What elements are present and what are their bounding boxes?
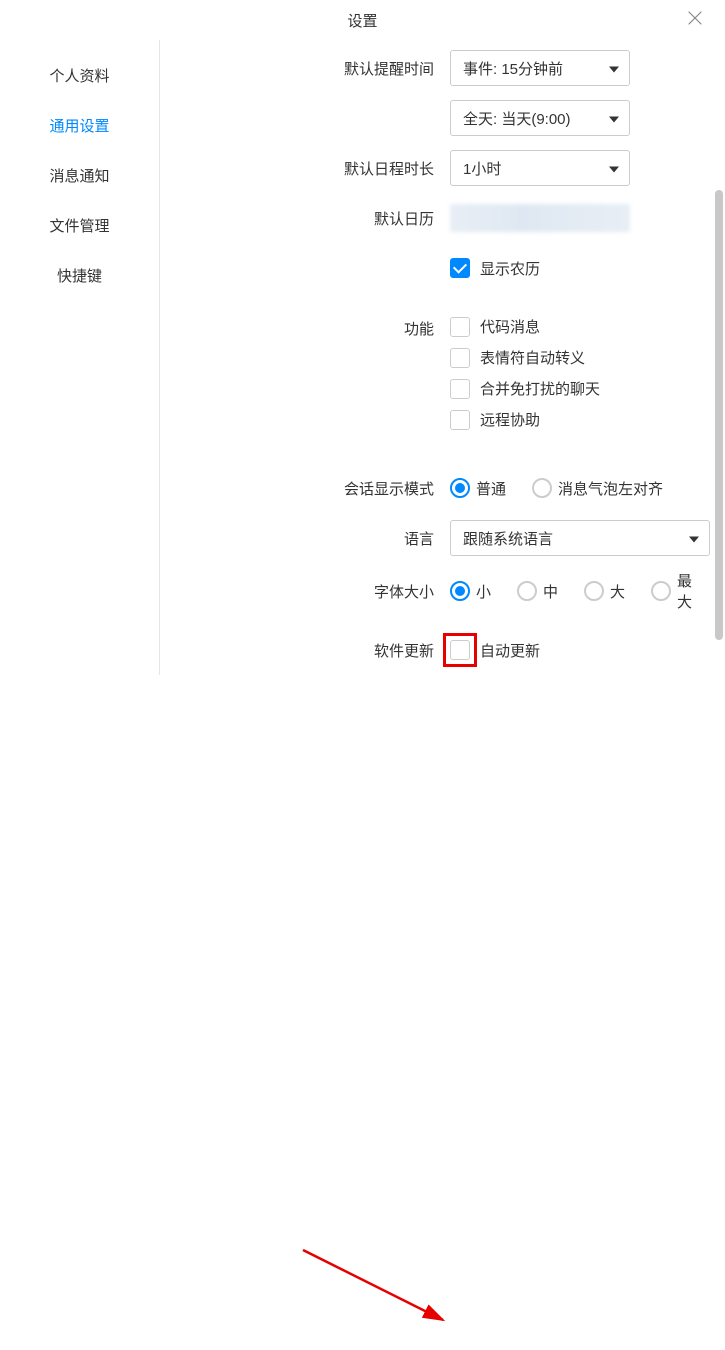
sidebar-item-label: 快捷键 [57,265,102,286]
radio-icon [651,581,671,601]
caret-down-icon [689,530,699,547]
reminder-label: 默认提醒时间 [160,58,450,79]
font-xlarge-radio[interactable]: 最大 [651,570,692,612]
language-label: 语言 [160,528,450,549]
close-button[interactable] [685,8,705,28]
radio-label: 小 [476,581,491,602]
settings-sidebar: 个人资料 通用设置 消息通知 文件管理 快捷键 [0,40,160,675]
select-value: 1小时 [463,158,501,179]
font-small-radio[interactable]: 小 [450,581,491,602]
reminder-allday-select[interactable]: 全天: 当天(9:00) [450,100,630,136]
sidebar-item-general[interactable]: 通用设置 [0,100,159,150]
sidebar-item-label: 消息通知 [49,165,109,186]
feature-label: 合并免打扰的聊天 [480,378,600,399]
feature-label: 表情符自动转义 [480,347,585,368]
default-calendar-redacted [450,204,630,232]
select-value: 跟随系统语言 [463,528,553,549]
feature-emoji-checkbox[interactable] [450,348,470,368]
radio-icon [532,478,552,498]
select-value: 全天: 当天(9:00) [463,108,571,129]
dialog-title: 设置 [347,10,377,31]
caret-down-icon [609,160,619,177]
font-medium-radio[interactable]: 中 [517,581,558,602]
features-label: 功能 [160,316,450,339]
software-update-label: 软件更新 [160,640,450,661]
feature-merge-dnd-checkbox[interactable] [450,379,470,399]
feature-label: 远程协助 [480,409,540,430]
lunar-checkbox[interactable] [450,258,470,278]
radio-icon [450,581,470,601]
auto-update-checkbox[interactable] [450,640,470,660]
display-mode-normal-radio[interactable]: 普通 [450,478,506,499]
duration-select[interactable]: 1小时 [450,150,630,186]
lunar-label: 显示农历 [480,258,540,279]
close-icon [688,11,702,25]
radio-icon [584,581,604,601]
radio-label: 消息气泡左对齐 [558,478,663,499]
feature-code-checkbox[interactable] [450,317,470,337]
scrollbar[interactable] [715,190,723,640]
sidebar-item-files[interactable]: 文件管理 [0,200,159,250]
language-select[interactable]: 跟随系统语言 [450,520,710,556]
caret-down-icon [609,60,619,77]
caret-down-icon [609,110,619,127]
radio-icon [517,581,537,601]
reminder-event-select[interactable]: 事件: 15分钟前 [450,50,630,86]
select-value: 事件: 15分钟前 [463,58,563,79]
radio-label: 中 [543,581,558,602]
scrollbar-thumb[interactable] [715,190,723,640]
font-large-radio[interactable]: 大 [584,581,625,602]
sidebar-item-label: 通用设置 [49,115,109,136]
sidebar-item-label: 个人资料 [49,65,109,86]
settings-main: 默认提醒时间 事件: 15分钟前 全天: 当天(9:00) 默认日程时长 [160,40,725,675]
sidebar-item-profile[interactable]: 个人资料 [0,50,159,100]
display-mode-label: 会话显示模式 [160,478,450,499]
sidebar-item-label: 文件管理 [49,215,109,236]
dialog-header: 设置 [0,0,725,40]
feature-label: 代码消息 [480,316,540,337]
default-calendar-label: 默认日历 [160,208,450,229]
display-mode-left-radio[interactable]: 消息气泡左对齐 [532,478,663,499]
radio-label: 普通 [476,478,506,499]
auto-update-label: 自动更新 [480,640,540,661]
radio-label: 大 [610,581,625,602]
font-size-label: 字体大小 [160,581,450,602]
radio-icon [450,478,470,498]
radio-label: 最大 [677,570,692,612]
feature-remote-assist-checkbox[interactable] [450,410,470,430]
annotation-arrow [0,675,725,1350]
duration-label: 默认日程时长 [160,158,450,179]
sidebar-item-shortcuts[interactable]: 快捷键 [0,250,159,300]
sidebar-item-notifications[interactable]: 消息通知 [0,150,159,200]
